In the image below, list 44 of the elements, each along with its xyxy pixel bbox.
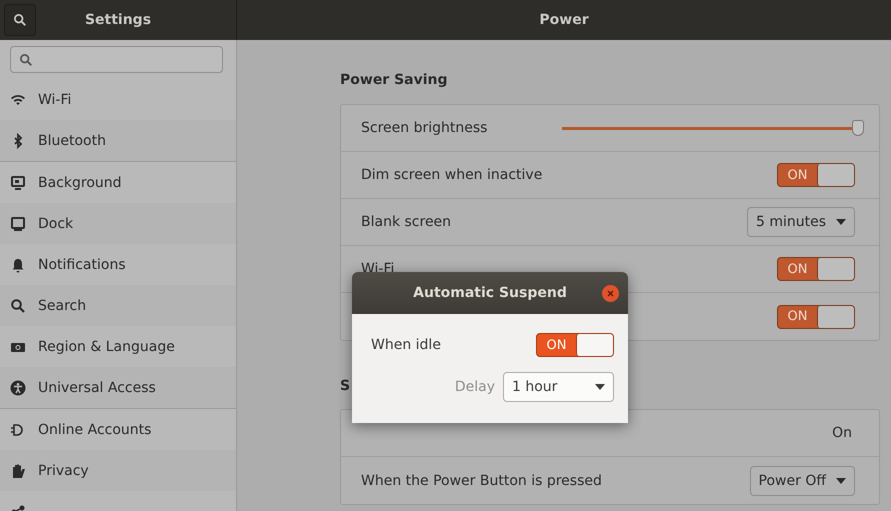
sidebar-title: Settings	[84, 12, 152, 28]
search-field[interactable]	[10, 46, 223, 73]
sidebar-item[interactable]: Dock	[0, 203, 236, 244]
sidebar-item[interactable]: Background	[0, 162, 236, 203]
sidebar-item[interactable]: Online Accounts	[0, 409, 236, 450]
setting-value: On	[832, 425, 852, 441]
bell-icon	[10, 256, 26, 272]
dropdown[interactable]: Power Off	[750, 466, 855, 496]
sidebar-item[interactable]: Search	[0, 285, 236, 326]
sidebar-item[interactable]: Region & Language	[0, 326, 236, 367]
toggle-switch[interactable]: ON	[536, 333, 614, 357]
setting-label: When idle	[371, 337, 441, 353]
section-heading: Power Saving	[340, 72, 449, 90]
accessibility-icon	[10, 380, 26, 396]
search-icon	[10, 298, 26, 314]
setting-label: Delay	[454, 379, 495, 395]
window-title: Power	[538, 12, 590, 28]
sidebar-item[interactable]: Bluetooth	[0, 120, 236, 161]
brightness-slider[interactable]	[559, 120, 861, 136]
caret-icon	[595, 384, 605, 390]
sidebar-item[interactable]: Notifications	[0, 244, 236, 285]
search-icon	[13, 13, 27, 27]
accounts-icon	[10, 422, 26, 438]
caret-icon	[836, 219, 846, 225]
sidebar-item[interactable]: Universal Access	[0, 367, 236, 408]
sidebar-item[interactable]: Privacy	[0, 450, 236, 491]
monitor-icon	[10, 174, 26, 190]
slider-handle[interactable]	[852, 120, 864, 136]
section-heading: S	[340, 378, 350, 396]
close-button[interactable]	[602, 285, 619, 302]
dialog-title: Automatic Suspend	[413, 285, 567, 301]
setting-label: Dim screen when inactive	[361, 167, 542, 183]
sidebar-item[interactable]: Wi-Fi	[0, 79, 236, 120]
dropdown[interactable]: 1 hour	[503, 372, 614, 402]
dock-icon	[10, 216, 26, 232]
close-icon	[607, 290, 614, 297]
hand-icon	[10, 462, 26, 478]
setting-label: When the Power Button is pressed	[361, 472, 602, 488]
caret-icon	[836, 478, 846, 484]
dropdown[interactable]: 5 minutes	[746, 207, 855, 237]
setting-label: Screen brightness	[361, 120, 488, 136]
search-button[interactable]	[4, 4, 36, 36]
setting-label: Blank screen	[361, 214, 452, 230]
search-icon	[19, 52, 33, 66]
